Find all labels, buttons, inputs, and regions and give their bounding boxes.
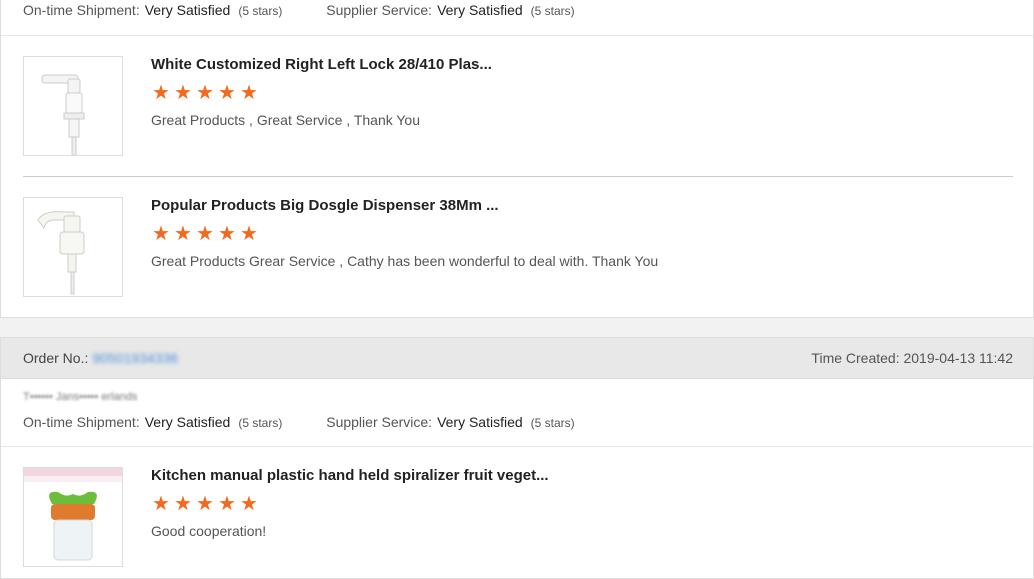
star-icon: ★ xyxy=(240,493,258,515)
product-image[interactable] xyxy=(23,197,123,297)
pump-icon xyxy=(41,74,85,156)
service-rating: Supplier Service: Very Satisfied (5 stars) xyxy=(326,2,574,18)
shipment-label: On-time Shipment: xyxy=(23,2,140,18)
product-title[interactable]: Popular Products Big Dosgle Dispenser 38… xyxy=(151,197,499,214)
dispenser-icon xyxy=(37,211,85,295)
star-icon: ★ xyxy=(152,223,170,245)
shipment-stars-text: (5 stars) xyxy=(238,416,283,430)
product-review: Kitchen manual plastic hand held spirali… xyxy=(23,467,1013,567)
rating-stars: ★ ★ ★ ★ ★ xyxy=(150,494,260,514)
star-icon: ★ xyxy=(240,82,258,104)
star-icon: ★ xyxy=(152,493,170,515)
divider xyxy=(1,35,1033,36)
shipment-rating: On-time Shipment: Very Satisfied (5 stars) xyxy=(23,414,282,430)
divider xyxy=(23,176,1013,177)
product-image[interactable] xyxy=(23,467,123,567)
rating-stars: ★ ★ ★ ★ ★ xyxy=(150,224,260,244)
product-review: White Customized Right Left Lock 28/410 … xyxy=(23,56,1013,156)
service-label: Supplier Service: xyxy=(326,414,433,430)
shipment-stars-text: (5 stars) xyxy=(238,4,283,18)
shipment-rating: On-time Shipment: Very Satisfied (5 stars) xyxy=(23,2,282,18)
shipment-value: Very Satisfied xyxy=(144,414,231,430)
star-icon: ★ xyxy=(218,82,236,104)
star-icon: ★ xyxy=(240,223,258,245)
star-icon: ★ xyxy=(218,223,236,245)
order-number-link[interactable]: 90501934336 xyxy=(92,350,178,366)
time-created: Time Created: 2019-04-13 11:42 xyxy=(811,350,1013,366)
divider xyxy=(1,446,1033,447)
review-card: On-time Shipment: Very Satisfied (5 stars)… xyxy=(0,0,1034,318)
service-stars-text: (5 stars) xyxy=(530,4,575,18)
order-number: Order No.: 90501934336 xyxy=(23,350,178,366)
shipment-value: Very Satisfied xyxy=(144,2,231,18)
service-stars-text: (5 stars) xyxy=(530,416,575,430)
rating-row: On-time Shipment: Very Satisfied (5 stars)… xyxy=(23,2,575,22)
rating-stars: ★ ★ ★ ★ ★ xyxy=(150,83,260,103)
shipment-label: On-time Shipment: xyxy=(23,414,140,430)
star-icon: ★ xyxy=(218,493,236,515)
star-icon: ★ xyxy=(174,82,192,104)
review-comment: Good cooperation! xyxy=(151,523,267,539)
product-review: Popular Products Big Dosgle Dispenser 38… xyxy=(23,197,1013,297)
order-label: Order No.: xyxy=(23,350,89,366)
product-title[interactable]: Kitchen manual plastic hand held spirali… xyxy=(151,467,549,484)
product-title[interactable]: White Customized Right Left Lock 28/410 … xyxy=(151,56,492,73)
star-icon: ★ xyxy=(196,223,214,245)
service-label: Supplier Service: xyxy=(326,2,433,18)
star-icon: ★ xyxy=(174,493,192,515)
service-value: Very Satisfied xyxy=(437,414,523,430)
product-image[interactable] xyxy=(23,56,123,156)
spiralizer-icon xyxy=(24,468,122,561)
star-icon: ★ xyxy=(152,82,170,104)
service-value: Very Satisfied xyxy=(437,2,523,18)
rating-row: On-time Shipment: Very Satisfied (5 stars)… xyxy=(23,414,575,434)
buyer-info: T•••••• Jans••••• erlands xyxy=(23,391,138,403)
star-icon: ★ xyxy=(174,223,192,245)
review-comment: Great Products Grear Service , Cathy has… xyxy=(151,253,659,269)
review-comment: Great Products , Great Service , Thank Y… xyxy=(151,112,420,128)
order-header: Order No.: 90501934336 Time Created: 2019… xyxy=(1,338,1033,379)
star-icon: ★ xyxy=(196,82,214,104)
star-icon: ★ xyxy=(196,493,214,515)
order-review-card: Order No.: 90501934336 Time Created: 2019… xyxy=(0,337,1034,579)
service-rating: Supplier Service: Very Satisfied (5 stars) xyxy=(326,414,574,430)
